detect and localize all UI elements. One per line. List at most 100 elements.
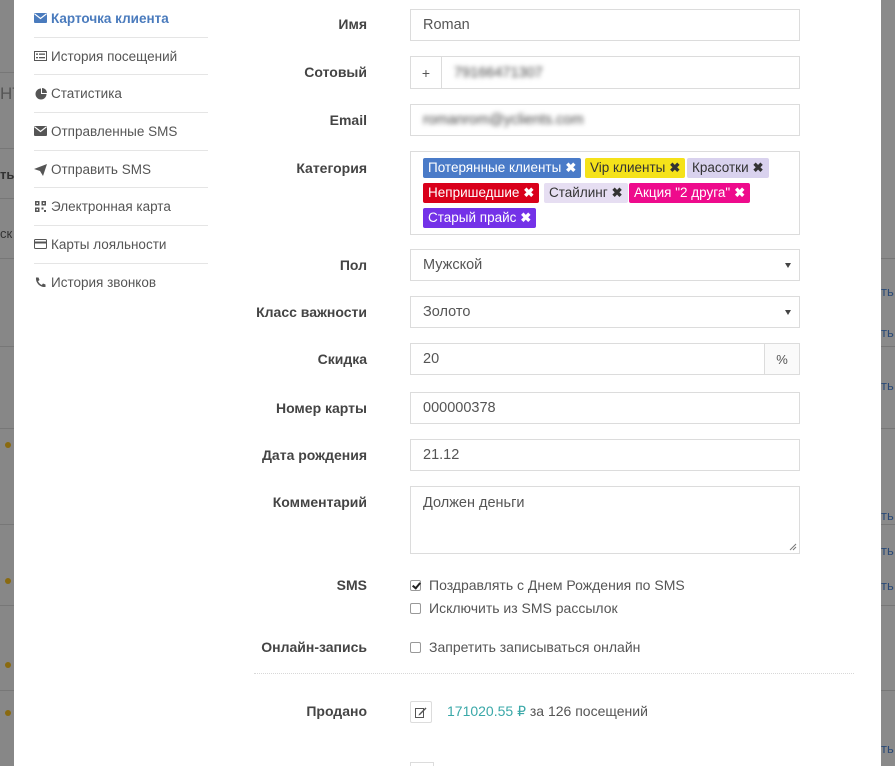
online-forbid-label[interactable]: Запретить записываться онлайн	[429, 639, 640, 655]
background-link: ть	[881, 325, 894, 340]
importance-label: Класс важности	[256, 304, 367, 320]
card-number-label: Номер карты	[275, 400, 367, 416]
birth-date-label: Дата рождения	[261, 447, 367, 463]
remove-tag-icon[interactable]: ✖	[734, 185, 745, 200]
phone-input[interactable]: 79166471307	[441, 56, 800, 89]
sold-summary: 171020.55 ₽ за 126 посещений	[447, 703, 648, 720]
sms-label: SMS	[336, 577, 367, 593]
name-label: Имя	[338, 16, 367, 32]
sidebar-item-statistics[interactable]: Статистика	[34, 75, 208, 114]
tag-label: Vip клиенты	[590, 160, 666, 175]
remove-tag-icon[interactable]: ✖	[520, 210, 531, 225]
background-link: ть	[881, 508, 894, 523]
remove-tag-icon[interactable]: ✖	[753, 160, 764, 175]
remove-tag-icon[interactable]: ✖	[669, 160, 680, 175]
category-tag[interactable]: Vip клиенты ✖	[585, 158, 686, 178]
sold-amount: 171020.55 ₽	[447, 703, 526, 719]
birth-date-value: 21.12	[423, 447, 460, 463]
remove-tag-icon[interactable]: ✖	[612, 185, 623, 200]
sms-exclude-checkbox[interactable]	[410, 603, 421, 614]
tag-label: Красотки	[692, 160, 749, 175]
sidebar-item-label: Отправить SMS	[51, 161, 151, 177]
background-text: ть	[0, 167, 15, 182]
background-link: ть	[881, 543, 894, 558]
category-tag[interactable]: Старый прайс ✖	[423, 208, 537, 228]
sidebar-item-client-card[interactable]: Карточка клиента	[34, 0, 208, 38]
category-label: Категория	[296, 160, 367, 176]
category-tag[interactable]: Стайлинг ✖	[544, 183, 628, 203]
background-link: ть	[881, 378, 894, 393]
card-number-input[interactable]: 000000378	[410, 392, 800, 424]
sidebar-item-label: Электронная карта	[51, 199, 171, 215]
divider	[254, 673, 854, 674]
sidebar-item-label: Карточка клиента	[51, 10, 169, 26]
remove-tag-icon[interactable]: ✖	[565, 160, 576, 175]
sidebar-item-loyalty-cards[interactable]: Карты лояльности	[34, 226, 208, 264]
email-label: Email	[329, 112, 367, 128]
resize-handle-icon[interactable]	[789, 543, 797, 551]
comment-textarea[interactable]: Должен деньги	[410, 486, 800, 554]
client-sidebar-nav: Карточка клиента История посещений Стати…	[34, 0, 208, 301]
category-tag[interactable]: Потерянные клиенты ✖	[423, 158, 582, 178]
importance-select[interactable]: Золото	[410, 296, 800, 328]
background-link: ть	[881, 741, 894, 756]
card-number-value: 000000378	[423, 400, 496, 416]
tag-label: Стайлинг	[549, 185, 608, 200]
comment-label: Комментарий	[272, 494, 367, 510]
email-input[interactable]: romanrom@yclients.com	[410, 104, 800, 136]
sidebar-item-visit-history[interactable]: История посещений	[34, 38, 208, 76]
name-value: Roman	[423, 17, 470, 33]
sidebar-item-electronic-card[interactable]: Электронная карта	[34, 188, 208, 227]
edit-icon	[415, 707, 427, 718]
remove-tag-icon[interactable]: ✖	[523, 185, 534, 200]
comment-value: Должен деньги	[423, 495, 525, 511]
sidebar-item-label: Статистика	[51, 86, 122, 102]
sms-exclude-label[interactable]: Исключить из SMS рассылок	[429, 600, 618, 616]
discount-label: Скидка	[317, 351, 367, 367]
sidebar-item-send-sms[interactable]: Отправить SMS	[34, 151, 208, 189]
importance-value: Золото	[423, 304, 471, 320]
background-link: ть	[881, 578, 894, 593]
sidebar-item-sent-sms[interactable]: Отправленные SMS	[34, 113, 208, 151]
birth-date-input[interactable]: 21.12	[410, 439, 800, 471]
sidebar-item-label: Отправленные SMS	[51, 123, 178, 139]
background-link: ть	[881, 284, 894, 299]
sidebar-item-label: Карты лояльности	[51, 236, 167, 252]
phone-prefix: +	[410, 56, 442, 89]
name-input[interactable]: Roman	[410, 9, 800, 41]
background-text: ск	[0, 226, 13, 241]
tag-label: Старый прайс	[428, 210, 517, 225]
envelope-icon	[34, 12, 47, 24]
sidebar-item-label: История звонков	[51, 274, 157, 290]
send-icon	[34, 163, 47, 176]
envelope-icon	[34, 125, 47, 137]
sold-label: Продано	[306, 703, 367, 719]
category-tag[interactable]: Красотки ✖	[687, 158, 769, 178]
discount-value: 20	[423, 351, 440, 367]
background-left-strip	[0, 0, 14, 766]
credit-card-icon	[34, 238, 47, 250]
sms-birthday-label[interactable]: Поздравлять с Днем Рождения по SMS	[429, 577, 685, 593]
sold-suffix: за 126 посещений	[529, 703, 648, 719]
client-card-modal: Карточка клиента История посещений Стати…	[14, 0, 881, 766]
gender-select[interactable]: Мужской	[410, 249, 800, 281]
list-icon	[34, 50, 47, 62]
online-forbid-checkbox[interactable]	[410, 642, 421, 653]
tag-label: Непришедшие	[428, 185, 520, 200]
phone-icon	[34, 277, 47, 288]
partial-control	[410, 762, 434, 766]
sidebar-item-label: История посещений	[51, 48, 178, 64]
discount-input[interactable]: 20	[410, 343, 765, 375]
gender-label: Пол	[339, 257, 367, 273]
category-tag[interactable]: Непришедшие ✖	[423, 183, 540, 203]
category-tag[interactable]: Акция "2 друга" ✖	[629, 183, 751, 203]
phone-value: 79166471307	[454, 64, 543, 81]
gender-value: Мужской	[423, 257, 483, 273]
online-booking-label: Онлайн-запись	[261, 639, 367, 655]
edit-button[interactable]	[410, 701, 432, 723]
pie-chart-icon	[34, 88, 47, 100]
sidebar-item-call-history[interactable]: История звонков	[34, 264, 208, 301]
sms-birthday-checkbox[interactable]	[410, 580, 421, 591]
category-tags-input[interactable]: Потерянные клиенты ✖ Vip клиенты ✖ Красотк…	[410, 151, 800, 235]
qrcode-icon	[34, 201, 47, 213]
